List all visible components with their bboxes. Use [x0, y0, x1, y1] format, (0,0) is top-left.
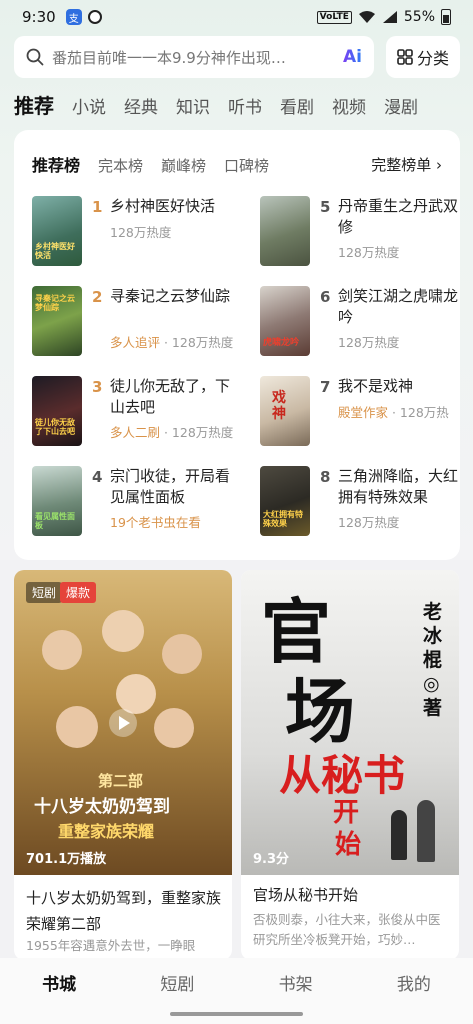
tab-knowledge[interactable]: 知识 — [176, 93, 210, 118]
feed-card-drama[interactable]: 第二部 十八岁太奶奶驾到 重整家族荣耀 短剧 爆款 701.1万播放 十八岁太奶… — [14, 570, 232, 960]
rank-item[interactable]: 戏神 7 我不是戏神 殿堂作家 · 128万热 — [260, 376, 460, 454]
book-meta: 殿堂作家 · 128万热 — [338, 405, 449, 420]
subtab-reputation-rank[interactable]: 口碑榜 — [224, 155, 269, 176]
drama-title: 十八岁太奶奶驾到，重整家族荣耀第二部 — [26, 889, 222, 933]
book-title: 丹帝重生之丹武双修 — [338, 197, 459, 236]
rank-number: 7 — [320, 378, 331, 396]
play-icon[interactable] — [108, 708, 138, 738]
rank-item[interactable]: 5 丹帝重生之丹武双修 128万热度 — [260, 196, 460, 274]
book-title: 乡村神医好快活 — [110, 197, 216, 215]
app-notification-icon: 支 — [65, 9, 82, 25]
feed-card-book[interactable]: 官 场 从秘书 开 始 老冰棍◎著 9.3分 官场从秘书开始 否极则泰，小往大来… — [241, 570, 459, 960]
status-time: 9:30 — [22, 8, 56, 26]
rank-number: 4 — [92, 468, 103, 486]
book-meta: 128万热度 — [338, 335, 400, 350]
book-title: 宗门收徒，开局看见属性面板 — [110, 467, 231, 506]
tab-comic-drama[interactable]: 漫剧 — [384, 93, 418, 118]
do-not-disturb-icon — [87, 10, 102, 24]
wifi-icon — [358, 11, 375, 23]
book-feed-title: 官场从秘书开始 — [253, 886, 359, 904]
poster-red-char-2: 始 — [335, 830, 362, 860]
tab-recommend[interactable]: 推荐 — [14, 90, 54, 119]
book-cover: 看见属性面板 — [32, 466, 82, 536]
search-placeholder: 番茄目前唯一一本9.9分神作出现… — [52, 48, 286, 67]
search-icon — [26, 48, 44, 66]
book-cover: 乡村神医好快活 — [32, 196, 82, 266]
tab-video[interactable]: 视频 — [332, 93, 366, 118]
play-count: 701.1万播放 — [26, 852, 107, 867]
drama-poster: 第二部 十八岁太奶奶驾到 重整家族荣耀 短剧 爆款 701.1万播放 — [14, 570, 232, 875]
book-cover: 徒儿你无敌了下山去吧 — [32, 376, 82, 446]
poster-subtitle: 第二部 — [98, 772, 144, 790]
drama-description: 1955年容遇意外去世，一睁眼 — [26, 938, 196, 953]
rank-item[interactable]: 大红拥有特殊效果 8 三角洲降临，大红拥有特殊效果 128万热度 — [260, 466, 460, 544]
poster-title-line2: 重整家族荣耀 — [58, 822, 155, 841]
tab-drama[interactable]: 看剧 — [280, 93, 314, 118]
home-indicator[interactable] — [170, 1012, 303, 1016]
status-bar: 9:30 支 VoLTE 55% — [0, 0, 473, 34]
nav-mine[interactable]: 我的 — [355, 958, 473, 1024]
signal-icon — [382, 11, 397, 23]
book-feed-description: 否极则泰，小往大来，张俊从中医研究所坐冷板凳开始，巧妙… — [253, 912, 441, 947]
rank-item[interactable]: 寻秦记之云梦仙踪 2 寻秦记之云梦仙踪 多人追评 · 128万热度 — [32, 286, 244, 364]
subtab-recommend-rank[interactable]: 推荐榜 — [32, 152, 80, 176]
badge-short-drama: 短剧 — [26, 582, 63, 603]
ranking-card: 推荐榜 完本榜 巅峰榜 口碑榜 完整榜单 › 乡村神医好快活 1 乡村神医好快活… — [14, 130, 460, 560]
tab-classic[interactable]: 经典 — [124, 93, 158, 118]
chess-pieces — [381, 790, 451, 870]
book-meta: 多人追评 · 128万热度 — [110, 335, 234, 350]
book-cover: 大红拥有特殊效果 — [260, 466, 310, 536]
book-title: 徒儿你无敌了，下山去吧 — [110, 377, 231, 416]
full-list-link[interactable]: 完整榜单 › — [371, 154, 442, 175]
rank-item[interactable]: 乡村神医好快活 1 乡村神医好快活 128万热度 — [32, 196, 232, 274]
rank-number: 1 — [92, 198, 103, 216]
rank-item[interactable]: 虎啸龙吟 6 剑笑江湖之虎啸龙吟 128万热度 — [260, 286, 460, 364]
rank-item[interactable]: 看见属性面板 4 宗门收徒，开局看见属性面板 19个老书虫在看 — [32, 466, 244, 544]
rank-number: 3 — [92, 378, 103, 396]
grid-icon — [397, 49, 413, 65]
channel-tabs: 推荐 小说 经典 知识 听书 看剧 视频 漫剧 — [14, 90, 418, 119]
volte-icon: VoLTE — [316, 10, 352, 24]
tab-novel[interactable]: 小说 — [72, 93, 106, 118]
rank-number: 5 — [320, 198, 331, 216]
book-meta: 128万热度 — [338, 245, 400, 260]
tab-audiobook[interactable]: 听书 — [228, 93, 262, 118]
battery-icon — [441, 9, 451, 25]
book-meta: 128万热度 — [338, 515, 400, 530]
badge-hot: 爆款 — [60, 582, 97, 603]
battery-percent: 55% — [403, 9, 435, 25]
status-right: VoLTE 55% — [316, 9, 451, 25]
subtab-peak-rank[interactable]: 巅峰榜 — [161, 155, 206, 176]
book-meta: 19个老书虫在看 — [110, 515, 201, 530]
subtab-completed-rank[interactable]: 完本榜 — [98, 155, 143, 176]
book-title: 我不是戏神 — [338, 377, 414, 395]
nav-bookstore[interactable]: 书城 — [0, 958, 118, 1024]
book-cover: 戏神 — [260, 376, 310, 446]
book-score: 9.3分 — [253, 852, 290, 867]
book-title: 剑笑江湖之虎啸龙吟 — [338, 287, 459, 326]
poster-title-line1: 十八岁太奶奶驾到 — [34, 797, 170, 817]
ai-assistant-button[interactable]: Ai — [343, 47, 362, 67]
rank-number: 8 — [320, 468, 331, 486]
book-poster: 官 场 从秘书 开 始 老冰棍◎著 9.3分 — [241, 570, 459, 875]
book-title: 三角洲降临，大红拥有特殊效果 — [338, 467, 459, 506]
book-cover — [260, 196, 310, 266]
book-meta: 多人二刷 · 128万热度 — [110, 425, 234, 440]
category-button[interactable]: 分类 — [386, 36, 460, 78]
rank-number: 2 — [92, 288, 103, 306]
search-bar[interactable]: 番茄目前唯一一本9.9分神作出现… Ai — [14, 36, 374, 78]
book-title: 寻秦记之云梦仙踪 — [110, 287, 231, 305]
rank-item[interactable]: 徒儿你无敌了下山去吧 3 徒儿你无敌了，下山去吧 多人二刷 · 128万热度 — [32, 376, 244, 454]
book-cover: 寻秦记之云梦仙踪 — [32, 286, 82, 356]
ranking-subtabs: 推荐榜 完本榜 巅峰榜 口碑榜 — [32, 152, 269, 176]
category-label: 分类 — [416, 49, 449, 68]
book-cover: 虎啸龙吟 — [260, 286, 310, 356]
rank-number: 6 — [320, 288, 331, 306]
book-meta: 128万热度 — [110, 225, 172, 240]
poster-author: 老冰棍◎著 — [423, 601, 443, 719]
